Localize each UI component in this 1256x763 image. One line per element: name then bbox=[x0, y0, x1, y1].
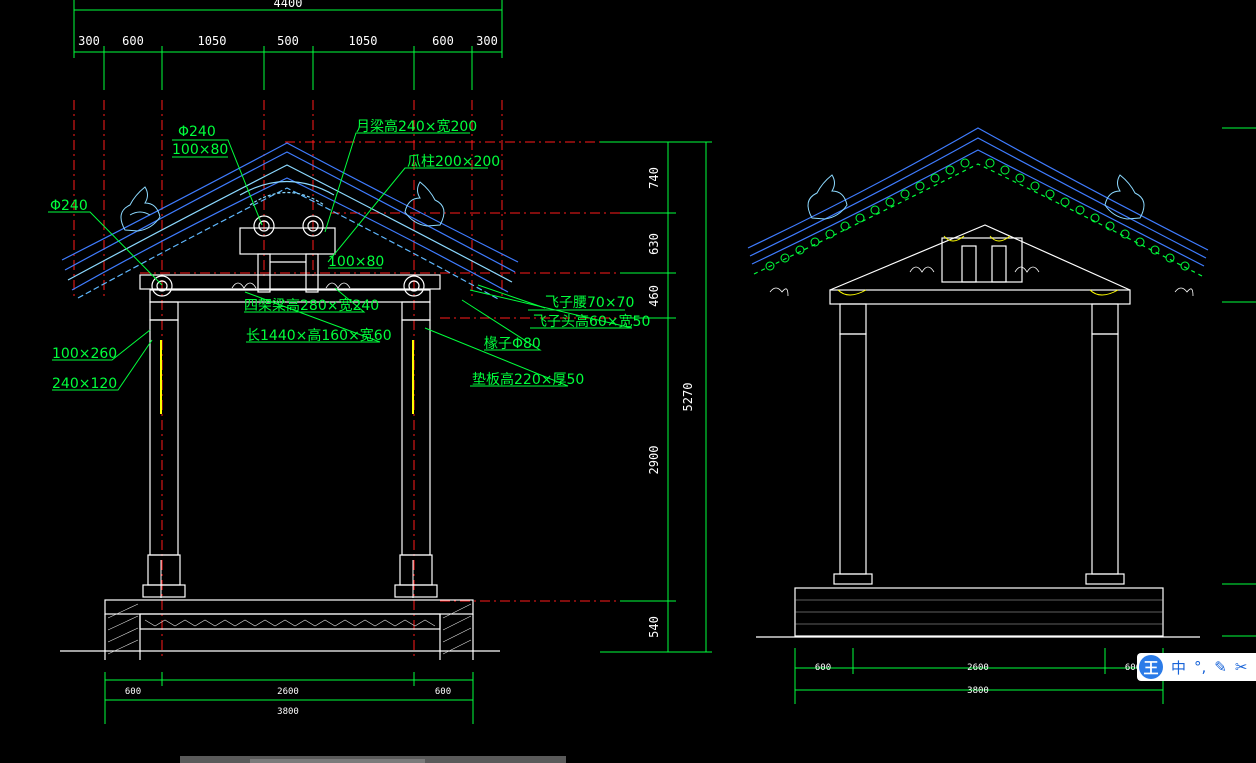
dim-bottom-right-total: 3800 bbox=[967, 686, 989, 696]
dim-bottom-left-total: 3800 bbox=[277, 707, 299, 717]
dim-540: 540 bbox=[647, 616, 661, 638]
roof-right bbox=[747, 127, 1209, 277]
frame-left bbox=[60, 227, 500, 660]
brick-pattern-right bbox=[795, 599, 1163, 625]
scissors-icon[interactable]: ✂ bbox=[1235, 658, 1248, 676]
cloud-ornaments-left bbox=[231, 282, 351, 289]
ime-logo[interactable]: 王 bbox=[1139, 655, 1163, 679]
label-dianban: 垫板高220×厚50 bbox=[472, 371, 584, 388]
dim-overall-top: 4400 bbox=[274, 0, 303, 10]
left-elevation: 4400 300 600 1050 500 1050 600 300 Φ240 … bbox=[48, 0, 712, 724]
ime-punct-toggle[interactable]: °, bbox=[1194, 658, 1206, 676]
dim-seg-7: 300 bbox=[476, 34, 498, 48]
frame-right bbox=[756, 224, 1200, 638]
dim-bottom-right-a: 600 bbox=[815, 663, 831, 673]
cad-canvas[interactable]: 4400 300 600 1050 500 1050 600 300 Φ240 … bbox=[0, 0, 1256, 763]
dim-2900: 2900 bbox=[647, 446, 661, 475]
column-accents-left bbox=[160, 340, 414, 598]
label-sijialiang: 四架梁高280×宽240 bbox=[244, 297, 379, 314]
label-phi240-top: Φ240 bbox=[178, 124, 216, 140]
dim-5270: 5270 bbox=[681, 383, 695, 412]
ime-mode-toggle[interactable]: 中 bbox=[1171, 657, 1186, 678]
edge-ticks bbox=[1222, 127, 1256, 637]
dim-460: 460 bbox=[647, 285, 661, 307]
label-chang1440: 长1440×高160×宽60 bbox=[246, 327, 392, 344]
right-elevation: 600 2600 600 3800 bbox=[747, 127, 1256, 704]
label-chuanzi: 椽子Φ80 bbox=[484, 336, 541, 352]
vertical-dimensions bbox=[600, 141, 712, 653]
ime-toolbar[interactable]: 王 中 °, ✎ ✂ bbox=[1137, 653, 1256, 681]
dim-seg-1: 300 bbox=[78, 34, 100, 48]
dim-seg-5: 1050 bbox=[349, 34, 378, 48]
center-lines bbox=[73, 100, 680, 660]
pen-icon[interactable]: ✎ bbox=[1214, 658, 1227, 676]
label-100x260: 100×260 bbox=[52, 346, 117, 362]
dim-bottom-right-b: 2600 bbox=[967, 663, 989, 673]
dim-630: 630 bbox=[647, 233, 661, 255]
label-100x80-mid: 100×80 bbox=[328, 254, 384, 270]
label-100x80-top: 100×80 bbox=[172, 142, 228, 158]
ornament-left bbox=[120, 181, 445, 232]
label-feizi-yao: 飞子腰70×70 bbox=[545, 295, 634, 311]
dim-740: 740 bbox=[647, 167, 661, 189]
dim-bottom-left-a: 600 bbox=[125, 687, 141, 697]
label-feizi-tou: 飞子头高60×宽50 bbox=[533, 313, 650, 330]
dim-seg-3: 1050 bbox=[198, 34, 227, 48]
label-guazhu: 瓜柱200×200 bbox=[407, 154, 500, 170]
dim-seg-4: 500 bbox=[277, 34, 299, 48]
dim-seg-2: 600 bbox=[122, 34, 144, 48]
label-phi240-left: Φ240 bbox=[50, 198, 88, 214]
label-240x120: 240×120 bbox=[52, 376, 117, 392]
dim-bottom-left-b: 2600 bbox=[277, 687, 299, 697]
roof-tiles-right bbox=[765, 158, 1190, 271]
dim-seg-6: 600 bbox=[432, 34, 454, 48]
label-yueliang: 月梁高240×宽200 bbox=[356, 118, 477, 135]
dim-bottom-left-c: 600 bbox=[435, 687, 451, 697]
scrollbar-thumb[interactable] bbox=[250, 759, 425, 763]
